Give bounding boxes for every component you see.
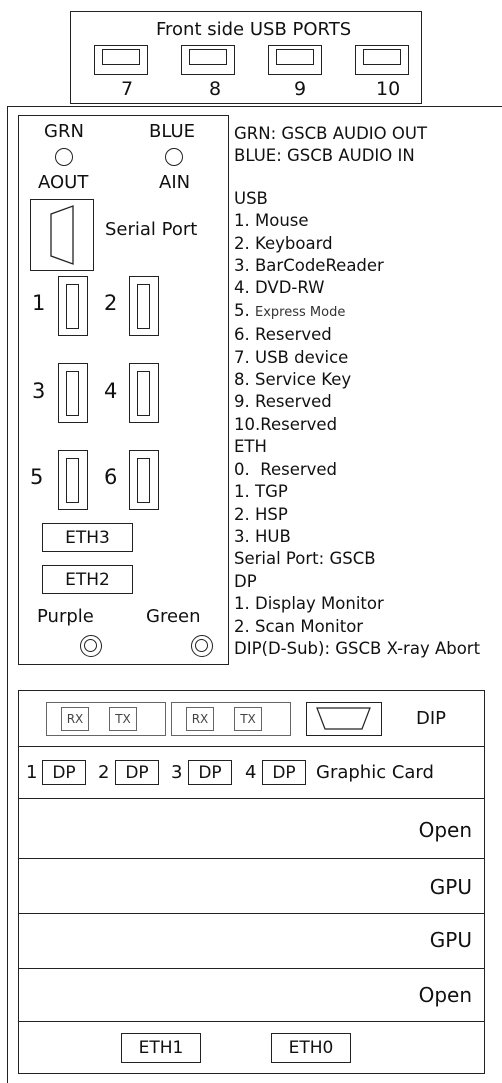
blue-audio-jack (165, 148, 183, 166)
slot-row: GPU (18, 859, 485, 914)
legend-usb-item: 10.Reserved (234, 414, 338, 434)
legend-usb-item: 9. Reserved (234, 392, 332, 412)
serial-module-2: RX TX (171, 702, 291, 736)
legend-audio-in: BLUE: GSCB AUDIO IN (234, 146, 415, 166)
legend-usb-item: 7. USB device (234, 347, 349, 367)
usb-num-2: 2 (104, 291, 118, 315)
green-audio-jack (55, 148, 73, 166)
slot-label: GPU (429, 875, 472, 899)
legend-usb-item: 3. BarCodeReader (234, 256, 384, 276)
usb-port-1 (58, 276, 88, 336)
dp-num-2: 2 (98, 762, 110, 783)
tx-port: TX (234, 707, 262, 731)
legend-dp-title: DP (234, 571, 257, 591)
blue-label: BLUE (149, 121, 196, 142)
legend-usb-item: 8. Service Key (234, 370, 352, 390)
green-jack (191, 635, 213, 657)
dp-num-1: 1 (26, 762, 38, 783)
usb-port-6 (129, 450, 159, 510)
usb-port-label: 7 (121, 78, 134, 100)
dp-port-4: DP (262, 760, 306, 785)
usb-port-3 (58, 363, 88, 423)
dp-port-2: DP (115, 760, 159, 785)
usb-port-8 (181, 45, 235, 75)
usb-port-label: 10 (376, 78, 401, 100)
usb-port-label: 9 (294, 78, 307, 100)
slot-row: GPU (18, 914, 485, 969)
dp-num-4: 4 (245, 762, 257, 783)
ain-label: AIN (159, 172, 191, 193)
purple-jack (80, 635, 102, 657)
usb-port-4 (129, 363, 159, 423)
aout-label: AOUT (38, 172, 89, 193)
graphic-card-row: 1 DP 2 DP 3 DP 4 DP Graphic Card (18, 747, 485, 799)
usb-port-10 (355, 45, 409, 75)
legend-dp-item: 1. Display Monitor (234, 594, 384, 614)
legend-usb-title: USB (234, 188, 268, 208)
legend-eth-item: 0. Reserved (234, 459, 338, 479)
legend-serial: Serial Port: GSCB (234, 549, 376, 569)
legend-usb-item: 6. Reserved (234, 325, 332, 345)
port-legend: GRN: GSCB AUDIO OUT BLUE: GSCB AUDIO IN … (234, 123, 480, 660)
usb-port-label: 8 (209, 78, 222, 100)
usb-num-4: 4 (104, 379, 118, 403)
eth3-port: ETH3 (42, 523, 133, 552)
dp-port-3: DP (188, 760, 232, 785)
usb-port-5 (58, 450, 88, 510)
legend-usb-item: 4. DVD-RW (234, 278, 325, 298)
express-mode-text: Express Mode (255, 304, 346, 320)
eth1-port: ETH1 (121, 1033, 201, 1063)
grn-label: GRN (44, 121, 84, 142)
usb-num-6: 6 (104, 465, 118, 489)
legend-eth-item: 2. HSP (234, 504, 288, 524)
serial-module-1: RX TX (46, 702, 166, 736)
slot-label: GPU (429, 928, 472, 952)
legend-usb-item: 5. Express Mode (234, 300, 346, 320)
legend-usb-item: 1. Mouse (234, 211, 309, 231)
legend-dip: DIP(D-Sub): GSCB X-ray Abort (234, 638, 481, 658)
slot-label: Open (418, 983, 472, 1007)
purple-label: Purple (37, 606, 94, 627)
front-usb-title: Front side USB PORTS (156, 19, 352, 40)
dip-label: DIP (416, 708, 447, 729)
usb-port-2 (129, 276, 159, 336)
serial-dip-row: RX TX RX TX DIP (18, 690, 485, 747)
usb-num-3: 3 (32, 379, 46, 403)
usb-port-7 (94, 45, 148, 75)
slot-row: Open (18, 799, 485, 859)
usb-port-9 (268, 45, 322, 75)
dp-port-1: DP (42, 760, 86, 785)
dp-num-3: 3 (171, 762, 183, 783)
legend-eth-item: 3. HUB (234, 526, 291, 546)
serial-port-connector (30, 199, 94, 271)
eth-row: ETH1 ETH0 (18, 1022, 485, 1074)
usb-num-1: 1 (32, 291, 46, 315)
legend-dp-item: 2. Scan Monitor (234, 616, 364, 636)
dip-connector (306, 702, 382, 736)
rx-port: RX (186, 707, 214, 731)
rx-port: RX (61, 707, 89, 731)
legend-audio-out: GRN: GSCB AUDIO OUT (234, 124, 428, 143)
slot-label: Open (418, 818, 472, 842)
serial-port-label: Serial Port (105, 219, 198, 240)
legend-eth-title: ETH (234, 437, 267, 457)
legend-eth-item: 1. TGP (234, 482, 288, 502)
usb-num-5: 5 (30, 465, 44, 489)
tx-port: TX (109, 707, 137, 731)
graphic-card-label: Graphic Card (316, 762, 434, 783)
slot-row: Open (18, 969, 485, 1022)
eth0-port: ETH0 (271, 1033, 351, 1063)
green-label: Green (146, 606, 201, 627)
eth2-port: ETH2 (42, 565, 133, 594)
legend-usb-item: 2. Keyboard (234, 233, 333, 253)
